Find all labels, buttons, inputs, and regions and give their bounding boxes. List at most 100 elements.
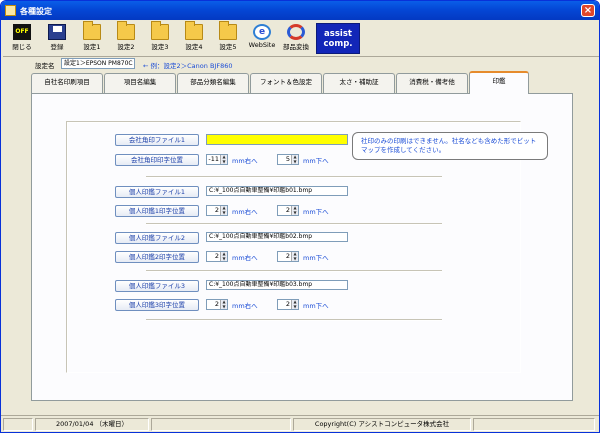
title-bar[interactable]: 各種設定 × (1, 1, 599, 20)
personal-seal1-pos-button[interactable]: 個人印鑑1印字位置 (115, 205, 199, 217)
folder-icon (83, 21, 101, 40)
tab-item-names[interactable]: 項目名編集 (104, 73, 176, 93)
website-button[interactable]: e WebSite (247, 22, 277, 55)
unit-right-label: mm右へ (232, 157, 258, 165)
spin-arrows-icon[interactable]: ▲ ▼ (291, 205, 298, 215)
folder-icon (219, 21, 237, 40)
company-seal-file-button[interactable]: 会社角印ファイル1 (115, 134, 199, 146)
unit-right-label: mm右へ (232, 208, 258, 216)
website-label: WebSite (248, 41, 276, 49)
settings-window: 各種設定 × OFF 閉じる 登録 設定1 設定2 設定3 設定4 設定5 e … (0, 0, 600, 433)
setting1-button[interactable]: 設定1 (77, 21, 107, 55)
setting2-button[interactable]: 設定2 (111, 21, 141, 55)
personal-seal1-y-stepper[interactable]: 2 ▲ ▼ (277, 205, 299, 216)
personal-seal1-y-value: 2 (285, 206, 290, 214)
setting5-button[interactable]: 設定5 (213, 21, 243, 55)
close-label: 閉じる (12, 43, 32, 51)
divider (146, 319, 442, 321)
toolbar: OFF 閉じる 登録 設定1 設定2 設定3 設定4 設定5 e WebSite… (3, 21, 599, 57)
company-seal-y-stepper[interactable]: 5 ▲ ▼ (277, 154, 299, 165)
folder-icon (185, 21, 203, 40)
window-close-button[interactable]: × (581, 4, 595, 17)
unit-right-label: mm右へ (232, 254, 258, 262)
unit-right-label: mm右へ (232, 302, 258, 310)
parts-convert-label: 部品変換 (283, 43, 309, 51)
setting-name-label: 設定名 (35, 62, 55, 70)
personal-seal2-x-value: 2 (214, 252, 219, 260)
off-icon: OFF (13, 24, 31, 40)
tab-parts-category[interactable]: 部品分類名編集 (177, 73, 249, 93)
personal-seal1-x-value: 2 (214, 206, 219, 214)
unit-down-label: mm下へ (303, 157, 329, 165)
personal-seal3-x-stepper[interactable]: 2 ▲ ▼ (206, 299, 228, 310)
status-pane-blank (151, 418, 291, 431)
parts-convert-button[interactable]: 部品変換 (280, 22, 312, 55)
status-pane-blank (473, 418, 595, 431)
spin-arrows-icon[interactable]: ▲ ▼ (220, 251, 227, 261)
setting3-label: 設定3 (151, 43, 169, 51)
company-seal-x-stepper[interactable]: -11 ▲ ▼ (206, 154, 228, 165)
unit-down-label: mm下へ (303, 254, 329, 262)
status-date: 2007/01/04 （木曜日） (35, 418, 149, 431)
tab-panel-seal: 会社角印ファイル1 会社角印印字位置 -11 ▲ ▼ mm右へ 5 ▲ ▼ mm下へ 社… (31, 93, 573, 401)
personal-seal3-file-button[interactable]: 個人印鑑ファイル3 (115, 280, 199, 292)
convert-arrows-icon (287, 24, 305, 40)
unit-down-label: mm下へ (303, 208, 329, 216)
personal-seal3-x-value: 2 (214, 300, 219, 308)
company-seal-pos-button[interactable]: 会社角印印字位置 (115, 154, 199, 166)
tab-font-color[interactable]: フォント＆色設定 (250, 73, 322, 93)
personal-seal3-y-stepper[interactable]: 2 ▲ ▼ (277, 299, 299, 310)
assist-comp-logo[interactable]: assist comp. (316, 23, 360, 54)
personal-seal3-pos-button[interactable]: 個人印鑑3印字位置 (115, 299, 199, 311)
setting4-label: 設定4 (185, 43, 203, 51)
web-globe-icon: e (253, 24, 271, 40)
save-label: 登録 (50, 43, 64, 51)
personal-seal1-x-stepper[interactable]: 2 ▲ ▼ (206, 205, 228, 216)
personal-seal1-file-input[interactable]: C:¥_100点自動車整備¥印鑑b01.bmp (206, 186, 348, 196)
spin-arrows-icon[interactable]: ▲ ▼ (220, 154, 227, 164)
folder-icon (151, 21, 169, 40)
status-pane-blank (3, 418, 33, 431)
tab-thickness[interactable]: 太さ・補助証 (323, 73, 395, 93)
window-app-icon (5, 5, 16, 16)
tab-bar: 自社名印刷項目 項目名編集 部品分類名編集 フォント＆色設定 太さ・補助証 消費… (31, 71, 531, 94)
setting5-label: 設定5 (219, 43, 237, 51)
tab-seal[interactable]: 印鑑 (469, 71, 529, 94)
close-button[interactable]: OFF 閉じる (7, 22, 37, 55)
folder-icon (117, 21, 135, 40)
spin-arrows-icon[interactable]: ▲ ▼ (291, 251, 298, 261)
personal-seal2-file-button[interactable]: 個人印鑑ファイル2 (115, 232, 199, 244)
spin-arrows-icon[interactable]: ▲ ▼ (220, 205, 227, 215)
setting1-label: 設定1 (83, 43, 101, 51)
status-bar: 2007/01/04 （木曜日） Copyright(C) アシストコンピュータ… (1, 415, 599, 432)
spin-arrows-icon[interactable]: ▲ ▼ (291, 154, 298, 164)
save-button[interactable]: 登録 (43, 22, 71, 55)
tab-tax-notes[interactable]: 消費税・備考他 (396, 73, 468, 93)
setting2-label: 設定2 (117, 43, 135, 51)
spin-arrows-icon[interactable]: ▲ ▼ (220, 299, 227, 309)
divider (146, 223, 442, 225)
company-seal-y-value: 5 (285, 155, 290, 163)
floppy-save-icon (48, 24, 66, 40)
setting-name-hint: ← 例：設定2＞Canon BJF860 (143, 62, 233, 70)
company-seal-x-value: -11 (208, 155, 219, 163)
personal-seal2-x-stepper[interactable]: 2 ▲ ▼ (206, 251, 228, 262)
divider (146, 270, 442, 272)
personal-seal2-pos-button[interactable]: 個人印鑑2印字位置 (115, 251, 199, 263)
setting-name-input[interactable]: 設定1＞EPSON PM870C (61, 58, 135, 69)
personal-seal2-y-value: 2 (285, 252, 290, 260)
seal-note: 社印のみの印刷はできません。社名なども含めた形でビットマップを作成してください。 (352, 132, 548, 160)
personal-seal2-y-stepper[interactable]: 2 ▲ ▼ (277, 251, 299, 262)
tab-company-print[interactable]: 自社名印刷項目 (31, 73, 103, 93)
setting3-button[interactable]: 設定3 (145, 21, 175, 55)
window-title: 各種設定 (20, 7, 52, 16)
spin-arrows-icon[interactable]: ▲ ▼ (291, 299, 298, 309)
company-seal-file-input[interactable] (206, 134, 348, 145)
status-copyright: Copyright(C) アシストコンピュータ株式会社 (293, 418, 471, 431)
unit-down-label: mm下へ (303, 302, 329, 310)
personal-seal3-file-input[interactable]: C:¥_100点自動車整備¥印鑑b03.bmp (206, 280, 348, 290)
personal-seal2-file-input[interactable]: C:¥_100点自動車整備¥印鑑b02.bmp (206, 232, 348, 242)
personal-seal1-file-button[interactable]: 個人印鑑ファイル1 (115, 186, 199, 198)
setting4-button[interactable]: 設定4 (179, 21, 209, 55)
divider (146, 176, 442, 178)
